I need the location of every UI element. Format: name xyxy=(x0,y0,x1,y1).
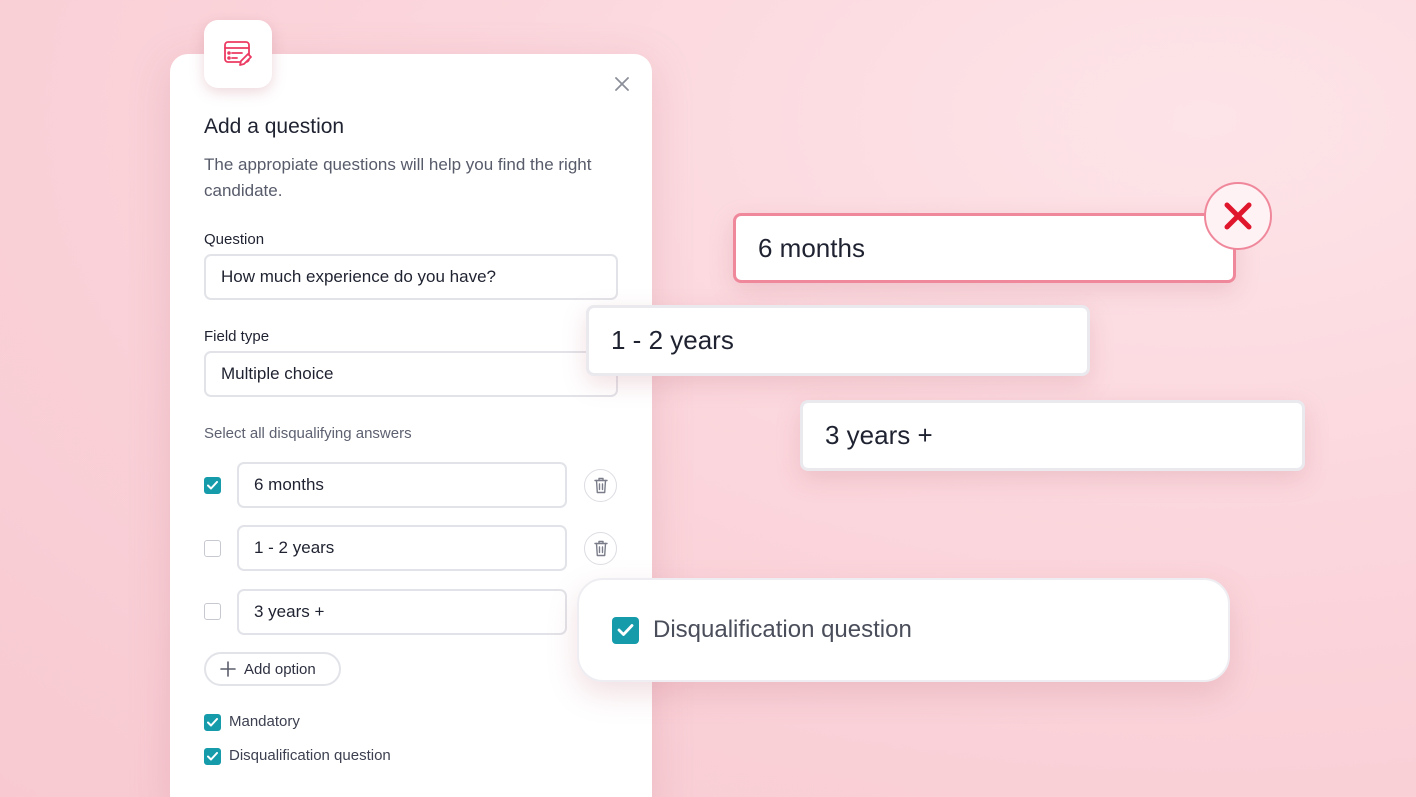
option-2-input[interactable]: 1 - 2 years xyxy=(237,525,567,571)
option-2-delete-button[interactable] xyxy=(584,532,617,565)
option-1-checkbox[interactable] xyxy=(204,477,221,494)
disqualification-card: Disqualification question xyxy=(577,578,1230,682)
field-type-label: Field type xyxy=(204,328,270,345)
option-3-input[interactable]: 3 years + xyxy=(237,589,567,635)
x-mark-icon xyxy=(1224,202,1252,230)
floating-card-3-years-text: 3 years + xyxy=(825,420,933,450)
floating-card-1-2-years: 1 - 2 years xyxy=(586,305,1090,376)
modal-description: The appropiate questions will help you f… xyxy=(204,155,592,200)
disqualifying-answers-label: Select all disqualifying answers xyxy=(204,425,412,442)
plus-icon xyxy=(220,661,236,677)
close-icon xyxy=(615,77,629,91)
disqualification-checkbox[interactable] xyxy=(204,748,221,765)
mandatory-checkbox[interactable] xyxy=(204,714,221,731)
disqualification-card-label: Disqualification question xyxy=(653,616,912,643)
option-2-checkbox[interactable] xyxy=(204,540,221,557)
check-icon xyxy=(207,481,218,490)
option-3-checkbox[interactable] xyxy=(204,603,221,620)
check-icon xyxy=(207,752,218,761)
close-button[interactable] xyxy=(611,73,633,95)
modal-title: Add a question xyxy=(204,115,345,138)
floating-card-1-2-years-text: 1 - 2 years xyxy=(611,325,734,355)
check-icon xyxy=(207,718,218,727)
trash-icon xyxy=(593,540,608,557)
question-input[interactable]: How much experience do you have? xyxy=(204,254,618,300)
field-type-select[interactable]: Multiple choice xyxy=(204,351,618,397)
floating-card-6-months: 6 months xyxy=(733,213,1236,283)
floating-card-6-months-text: 6 months xyxy=(758,232,865,263)
error-badge xyxy=(1204,182,1272,250)
form-edit-icon xyxy=(224,41,252,66)
disqualification-label: Disqualification question xyxy=(229,747,391,764)
mandatory-label: Mandatory xyxy=(229,713,300,730)
add-option-label: Add option xyxy=(244,660,316,678)
field-type-value: Multiple choice xyxy=(221,364,334,383)
form-badge xyxy=(204,20,272,88)
floating-card-3-years: 3 years + xyxy=(800,400,1305,471)
trash-icon xyxy=(593,477,608,494)
disqualification-card-checkbox[interactable] xyxy=(612,616,639,644)
add-option-button[interactable]: Add option xyxy=(204,652,341,686)
option-1-input[interactable]: 6 months xyxy=(237,462,567,508)
check-icon xyxy=(617,624,634,636)
question-label: Question xyxy=(204,231,265,248)
option-1-delete-button[interactable] xyxy=(584,469,617,502)
